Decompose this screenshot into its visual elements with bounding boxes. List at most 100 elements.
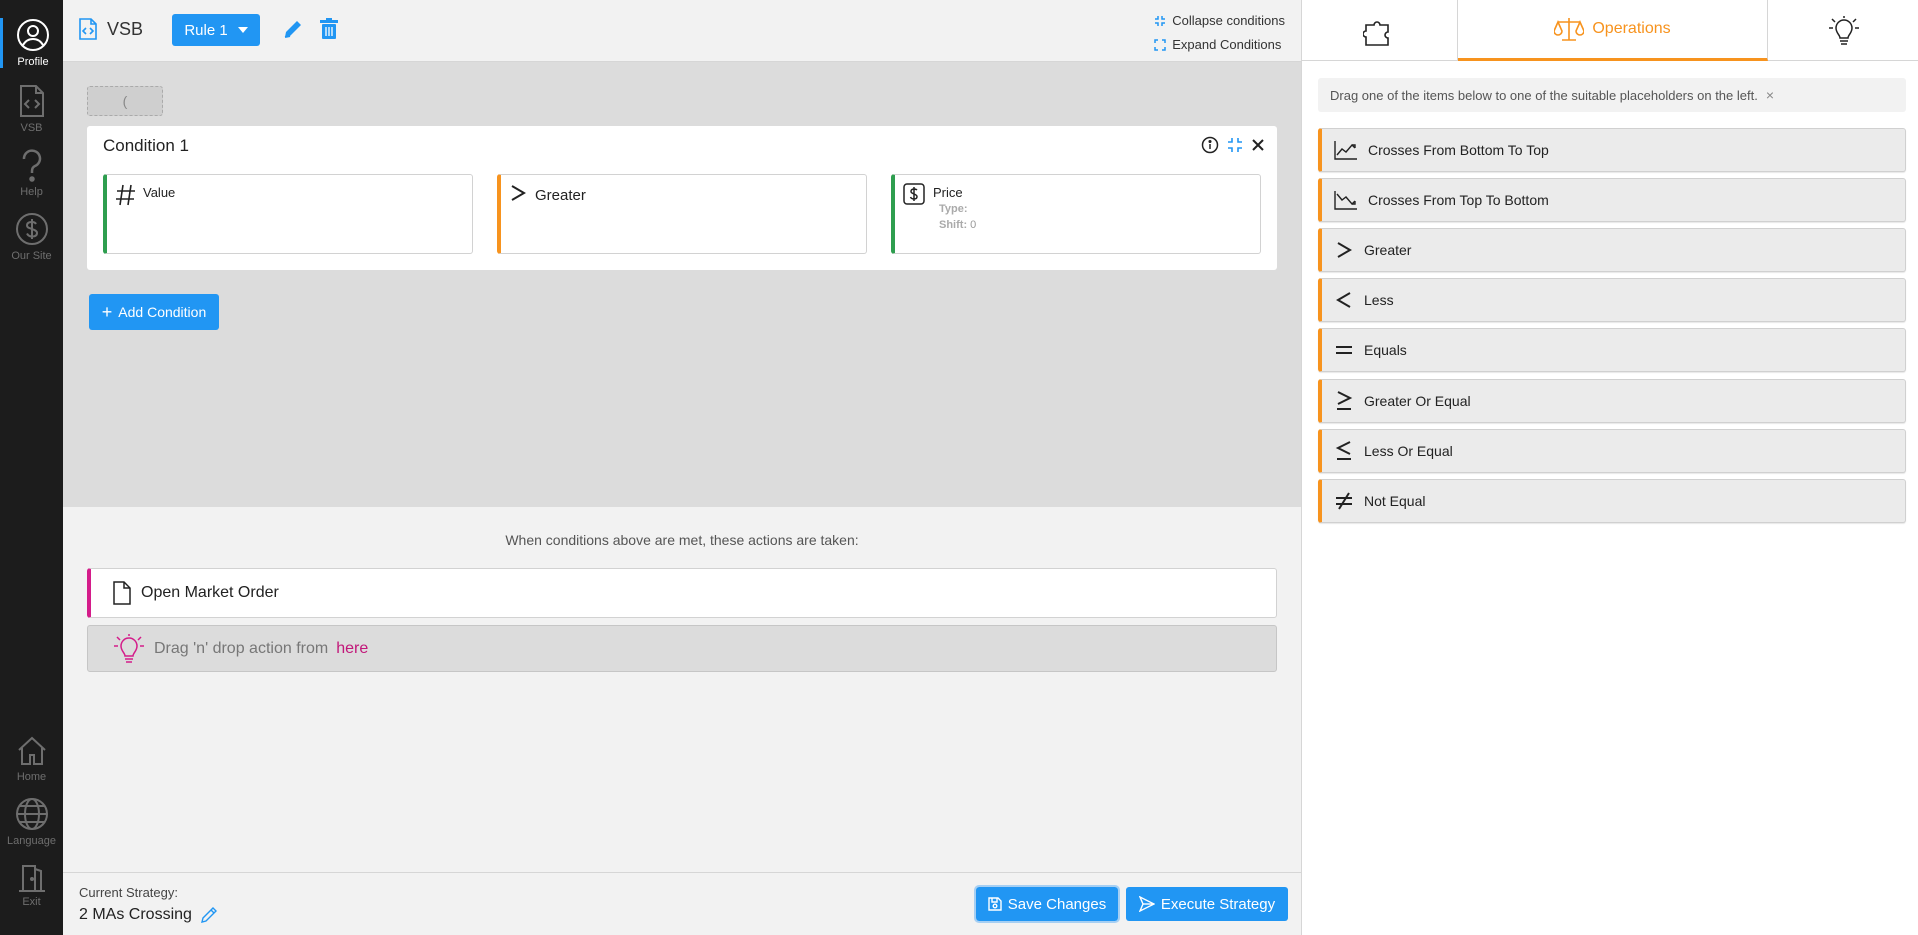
dollar-box-icon <box>903 183 925 205</box>
trash-icon <box>320 18 338 39</box>
tab-actions[interactable] <box>1768 0 1918 61</box>
close-hint-icon[interactable]: × <box>1766 87 1774 103</box>
tab-indicators[interactable] <box>1302 0 1458 61</box>
execute-strategy-label: Execute Strategy <box>1160 895 1276 913</box>
shift-label: Shift: <box>939 219 968 231</box>
info-icon[interactable] <box>1201 136 1219 154</box>
send-icon <box>1138 896 1155 912</box>
collapse-condition-icon[interactable] <box>1227 137 1243 153</box>
greater-icon <box>511 185 526 201</box>
hash-icon <box>116 184 135 206</box>
chart-down-icon <box>1334 191 1357 210</box>
nav-label-profile: Profile <box>17 56 49 68</box>
chart-up-icon <box>1334 141 1357 160</box>
expand-conditions-link[interactable]: Expand Conditions <box>1154 33 1285 57</box>
greater-icon <box>1337 242 1352 258</box>
rule-dropdown-label: Rule 1 <box>184 21 228 39</box>
lightbulb-icon <box>114 633 144 663</box>
less-equal-icon <box>1335 441 1351 460</box>
operation-crosses-bottom-to-top[interactable]: Crosses From Bottom To Top <box>1318 128 1906 172</box>
operation-label: Equals <box>1364 342 1407 358</box>
operation-greater[interactable]: Greater <box>1318 228 1906 272</box>
plus-icon: + <box>101 302 113 322</box>
execute-strategy-button[interactable]: Execute Strategy <box>1126 887 1288 921</box>
operation-crosses-top-to-bottom[interactable]: Crosses From Top To Bottom <box>1318 178 1906 222</box>
nav-item-help[interactable]: Help <box>0 148 63 198</box>
scales-icon <box>1554 18 1585 41</box>
chevron-down-icon <box>237 27 248 33</box>
collapse-conditions-link[interactable]: Collapse conditions <box>1154 9 1285 33</box>
operation-greater-or-equal[interactable]: Greater Or Equal <box>1318 379 1906 423</box>
equals-icon <box>1336 346 1352 354</box>
drag-hint: Drag one of the items below to one of th… <box>1318 78 1906 112</box>
shift-value: 0 <box>970 219 977 231</box>
edit-rule-button[interactable] <box>282 18 304 45</box>
bottom-bar: Current Strategy: 2 MAs Crossing Save Ch… <box>63 872 1301 935</box>
nav-label-our-site: Our Site <box>11 250 52 262</box>
user-circle-icon <box>17 19 49 51</box>
nav-item-vsb[interactable]: VSB <box>0 84 63 134</box>
actions-note: When conditions above are met, these act… <box>505 532 859 548</box>
save-icon <box>988 897 1002 911</box>
expand-icon <box>1154 39 1167 51</box>
current-strategy-name: 2 MAs Crossing <box>79 906 192 923</box>
right-tabs: Operations <box>1302 0 1918 61</box>
operation-label: Less <box>1364 292 1394 308</box>
nav-item-exit[interactable]: Exit <box>0 864 63 908</box>
condition-left-operand[interactable]: Value <box>103 174 473 254</box>
condition-operator[interactable]: Greater <box>497 174 867 254</box>
nav-label-home: Home <box>16 771 47 783</box>
right-operand-shift: Shift: 0 <box>939 219 976 231</box>
operation-less-or-equal[interactable]: Less Or Equal <box>1318 429 1906 473</box>
right-operand-type: Type: <box>939 203 968 215</box>
drop-zone-text: Drag 'n' drop action from <box>154 639 329 657</box>
nav-item-language[interactable]: Language <box>0 797 63 847</box>
drop-zone-link[interactable]: here <box>336 640 368 658</box>
parenthesis-placeholder[interactable]: ( <box>87 86 163 116</box>
condition-card: Condition 1 Value Greater Price Type: Sh… <box>87 126 1277 270</box>
operation-not-equal[interactable]: Not Equal <box>1318 479 1906 523</box>
collapse-icon <box>1155 16 1166 26</box>
nav-item-profile[interactable]: Profile <box>0 18 63 68</box>
condition-right-operand[interactable]: Price Type: Shift: 0 <box>891 174 1261 254</box>
close-icon[interactable] <box>1251 138 1265 152</box>
operation-label: Less Or Equal <box>1364 443 1453 459</box>
puzzle-icon <box>1362 20 1389 46</box>
operation-less[interactable]: Less <box>1318 278 1906 322</box>
app-title: VSB <box>79 18 143 40</box>
operation-equals[interactable]: Equals <box>1318 328 1906 372</box>
nav-item-our-site[interactable]: Our Site <box>0 212 63 262</box>
app-title-label: VSB <box>107 18 144 39</box>
document-icon <box>113 581 131 605</box>
delete-rule-button[interactable] <box>320 18 338 45</box>
save-changes-button[interactable]: Save Changes <box>974 885 1120 923</box>
save-changes-label: Save Changes <box>1007 895 1107 913</box>
type-label: Type: <box>939 203 968 215</box>
question-icon <box>22 149 41 182</box>
drag-hint-text: Drag one of the items below to one of th… <box>1330 87 1758 103</box>
code-file-icon <box>79 18 97 40</box>
collapse-conditions-label: Collapse conditions <box>1172 13 1285 28</box>
left-operand-label: Value <box>143 185 176 200</box>
edit-strategy-icon[interactable] <box>200 906 218 924</box>
conditions-area: ( Condition 1 Value Greater Price Type: … <box>63 62 1301 507</box>
action-drop-zone[interactable]: Drag 'n' drop action from here <box>87 625 1277 672</box>
tab-operations[interactable]: Operations <box>1458 0 1768 61</box>
expand-conditions-label: Expand Conditions <box>1172 37 1282 52</box>
nav-label-language: Language <box>7 835 56 847</box>
globe-icon <box>15 798 48 830</box>
right-operand-label: Price <box>933 185 963 200</box>
operator-label: Greater <box>535 187 586 204</box>
rule-dropdown[interactable]: Rule 1 <box>172 14 260 46</box>
add-condition-button[interactable]: + Add Condition <box>89 294 219 330</box>
current-strategy: 2 MAs Crossing <box>79 906 218 924</box>
condition-title: Condition 1 <box>103 136 190 155</box>
left-nav: Profile VSB Help Our Site Home Language … <box>0 0 63 935</box>
greater-equal-icon <box>1337 391 1353 410</box>
not-equal-icon <box>1336 492 1352 510</box>
nav-item-home[interactable]: Home <box>0 735 63 783</box>
action-item[interactable]: Open Market Order <box>87 568 1277 618</box>
collapse-expand-links: Collapse conditions Expand Conditions <box>1154 9 1285 57</box>
tab-operations-label: Operations <box>1592 20 1671 37</box>
operation-label: Crosses From Top To Bottom <box>1368 192 1549 208</box>
